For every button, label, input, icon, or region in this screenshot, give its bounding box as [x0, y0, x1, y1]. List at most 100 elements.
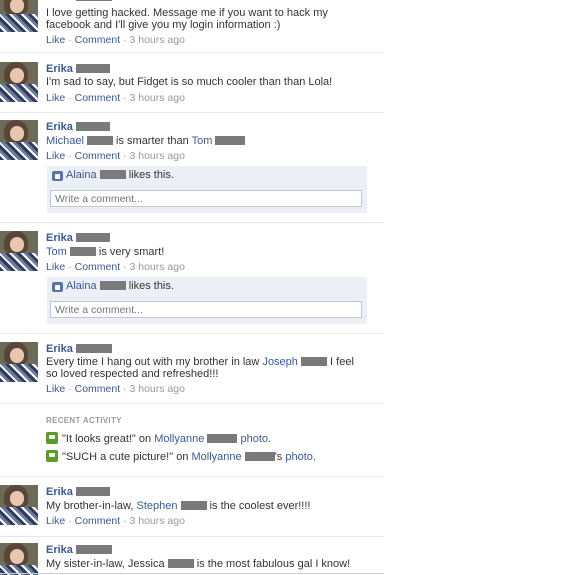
author-name[interactable]: Erika: [46, 232, 110, 244]
author-name[interactable]: Erika: [46, 486, 110, 498]
author-name-text[interactable]: Erika: [46, 63, 73, 75]
story-actions: Like · Comment · 3 hours ago: [46, 261, 185, 273]
separator: ·: [123, 261, 127, 273]
author-name-text[interactable]: Erika: [46, 486, 73, 498]
redacted-surname: [69, 247, 96, 256]
mention-link[interactable]: Joseph: [262, 356, 297, 368]
author-name[interactable]: Erika: [46, 0, 112, 3]
like-link[interactable]: Like: [46, 515, 65, 527]
avatar[interactable]: [0, 342, 38, 382]
mention-link[interactable]: Tom: [46, 246, 67, 258]
separator: ·: [68, 34, 72, 46]
status-message: Michael is smarter than Tom: [46, 135, 366, 147]
story-divider: [0, 52, 384, 53]
author-name-text[interactable]: Erika: [46, 232, 73, 244]
likes-text: Alaina likes this.: [66, 280, 174, 292]
likes-suffix: likes this.: [125, 280, 174, 292]
separator: ·: [68, 150, 72, 162]
comment-link[interactable]: Comment: [75, 515, 121, 527]
person-link[interactable]: Mollyanne: [192, 451, 242, 463]
redacted-surname: [75, 545, 112, 554]
separator: ·: [68, 383, 72, 395]
timestamp: 3 hours ago: [129, 383, 185, 395]
like-link[interactable]: Like: [46, 150, 65, 162]
thumbs-up-icon: [52, 282, 63, 292]
story-divider: [0, 573, 384, 574]
story-actions: Like · Comment · 3 hours ago: [46, 515, 185, 527]
separator: ·: [68, 515, 72, 527]
author-name-text[interactable]: Erika: [46, 121, 73, 133]
redacted-surname: [300, 357, 327, 366]
message-text: My sister-in-law, Jessica: [46, 558, 168, 570]
thumbs-up-icon: [52, 171, 63, 181]
story-divider: [0, 112, 384, 113]
message-text: My brother-in-law,: [46, 500, 137, 512]
likes-suffix: likes this.: [125, 169, 174, 181]
photo-link[interactable]: photo.: [285, 451, 316, 463]
author-name[interactable]: Erika: [46, 63, 110, 75]
status-message: I love getting hacked. Message me if you…: [46, 7, 328, 31]
author-name[interactable]: Erika: [46, 121, 110, 133]
redacted-surname: [75, 487, 110, 496]
timestamp: 3 hours ago: [129, 34, 185, 46]
likes-text: Alaina likes this.: [66, 169, 174, 181]
message-text: is the most fabulous gal I know!: [193, 558, 351, 570]
comment-link[interactable]: Comment: [75, 261, 121, 273]
redacted-surname: [244, 452, 275, 461]
author-name[interactable]: Erika: [46, 343, 112, 355]
separator: ·: [123, 383, 127, 395]
story-actions: Like · Comment · 3 hours ago: [46, 150, 185, 162]
avatar[interactable]: [0, 0, 38, 32]
comment-link[interactable]: Comment: [75, 34, 121, 46]
like-link[interactable]: Like: [46, 383, 65, 395]
mention-link[interactable]: Michael: [46, 135, 84, 147]
likes-summary: Alaina likes this.: [47, 166, 367, 187]
recent-activity-item: "SUCH a cute picture!" on Mollyanne 's p…: [46, 450, 316, 463]
author-name-text[interactable]: Erika: [46, 544, 73, 556]
comment-link[interactable]: Comment: [75, 383, 121, 395]
redacted-surname: [75, 122, 110, 131]
timestamp: 3 hours ago: [129, 515, 185, 527]
separator: ·: [123, 34, 127, 46]
story-actions: Like · Comment · 3 hours ago: [46, 92, 185, 104]
avatar[interactable]: [0, 485, 38, 525]
comment-link[interactable]: Comment: [75, 92, 121, 104]
redacted-surname: [167, 559, 194, 568]
avatar[interactable]: [0, 543, 38, 575]
person-link[interactable]: Mollyanne: [154, 433, 204, 445]
status-message: My brother-in-law, Stephen is the cooles…: [46, 500, 366, 512]
author-name-text[interactable]: Erika: [46, 0, 73, 3]
comment-link[interactable]: Comment: [75, 150, 121, 162]
like-link[interactable]: Like: [46, 92, 65, 104]
activity-text: on: [173, 451, 192, 463]
like-link[interactable]: Like: [46, 34, 65, 46]
comment-input[interactable]: [50, 190, 362, 207]
avatar[interactable]: [0, 231, 38, 271]
avatar[interactable]: [0, 120, 38, 160]
message-text: Every time I hang out with my brother in…: [46, 356, 263, 368]
mention-link[interactable]: Stephen: [136, 500, 177, 512]
like-link[interactable]: Like: [46, 261, 65, 273]
mention-link[interactable]: Tom: [192, 135, 213, 147]
liker-link[interactable]: Alaina: [66, 169, 97, 181]
timestamp: 3 hours ago: [129, 150, 185, 162]
separator: ·: [68, 261, 72, 273]
message-text: is the coolest ever!!!!: [206, 500, 311, 512]
comment-box: [47, 298, 367, 324]
timestamp: 3 hours ago: [129, 92, 185, 104]
comment-bubble-icon: [46, 432, 58, 444]
comment-input[interactable]: [50, 301, 362, 318]
redacted-surname: [75, 344, 112, 353]
story-divider: [0, 536, 384, 537]
liker-link[interactable]: Alaina: [66, 280, 97, 292]
story-divider: [0, 222, 384, 223]
separator: ·: [123, 92, 127, 104]
story-divider: [0, 476, 384, 477]
author-name-text[interactable]: Erika: [46, 343, 73, 355]
avatar[interactable]: [0, 62, 38, 102]
photo-link[interactable]: photo.: [240, 433, 271, 445]
story-divider: [0, 403, 384, 404]
activity-text: on: [135, 433, 155, 445]
redacted-surname: [75, 233, 110, 242]
author-name[interactable]: Erika: [46, 544, 112, 556]
